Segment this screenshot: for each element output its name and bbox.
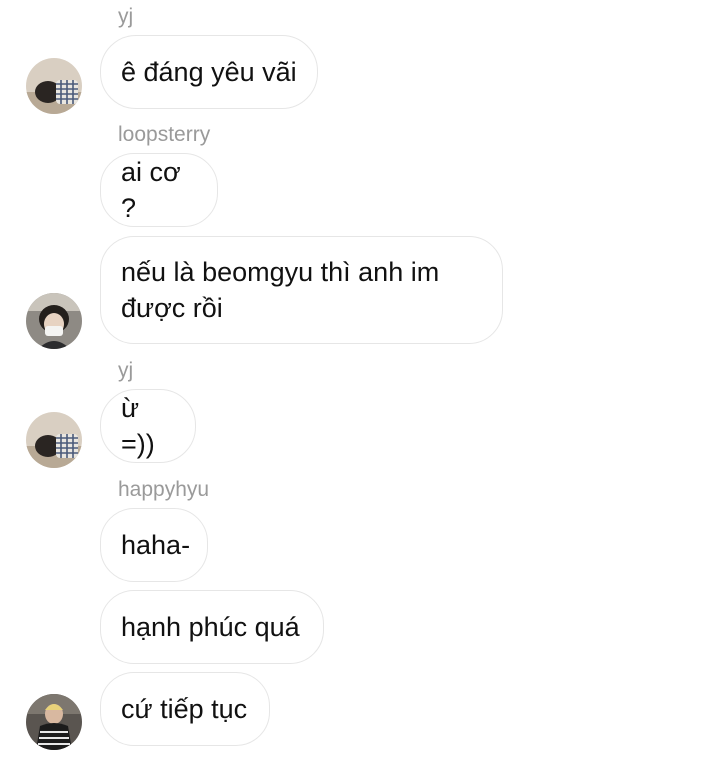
message-bubble[interactable]: haha- — [100, 508, 208, 582]
sender-name: loopsterry — [118, 123, 211, 146]
avatar-happyhyu-icon[interactable] — [26, 694, 82, 750]
message-bubble[interactable]: ai cơ ? — [100, 153, 218, 227]
message-bubble[interactable]: nếu là beomgyu thì anh im được rồi — [100, 236, 503, 344]
avatar-yj-icon[interactable] — [26, 412, 82, 468]
avatar-loopsterry-icon[interactable] — [26, 293, 82, 349]
message-bubble[interactable]: ê đáng yêu vãi — [100, 35, 318, 109]
message-bubble[interactable]: ừ =)) — [100, 389, 196, 463]
sender-name: yj — [118, 359, 134, 382]
message-bubble[interactable]: hạnh phúc quá — [100, 590, 324, 664]
sender-name: happyhyu — [118, 478, 210, 501]
sender-name: yj — [118, 5, 134, 28]
avatar-yj-icon[interactable] — [26, 58, 82, 114]
chat-thread: yj ê đáng yêu vãi loopsterry ai cơ ? nếu… — [0, 0, 720, 759]
message-bubble[interactable]: cứ tiếp tục — [100, 672, 270, 746]
